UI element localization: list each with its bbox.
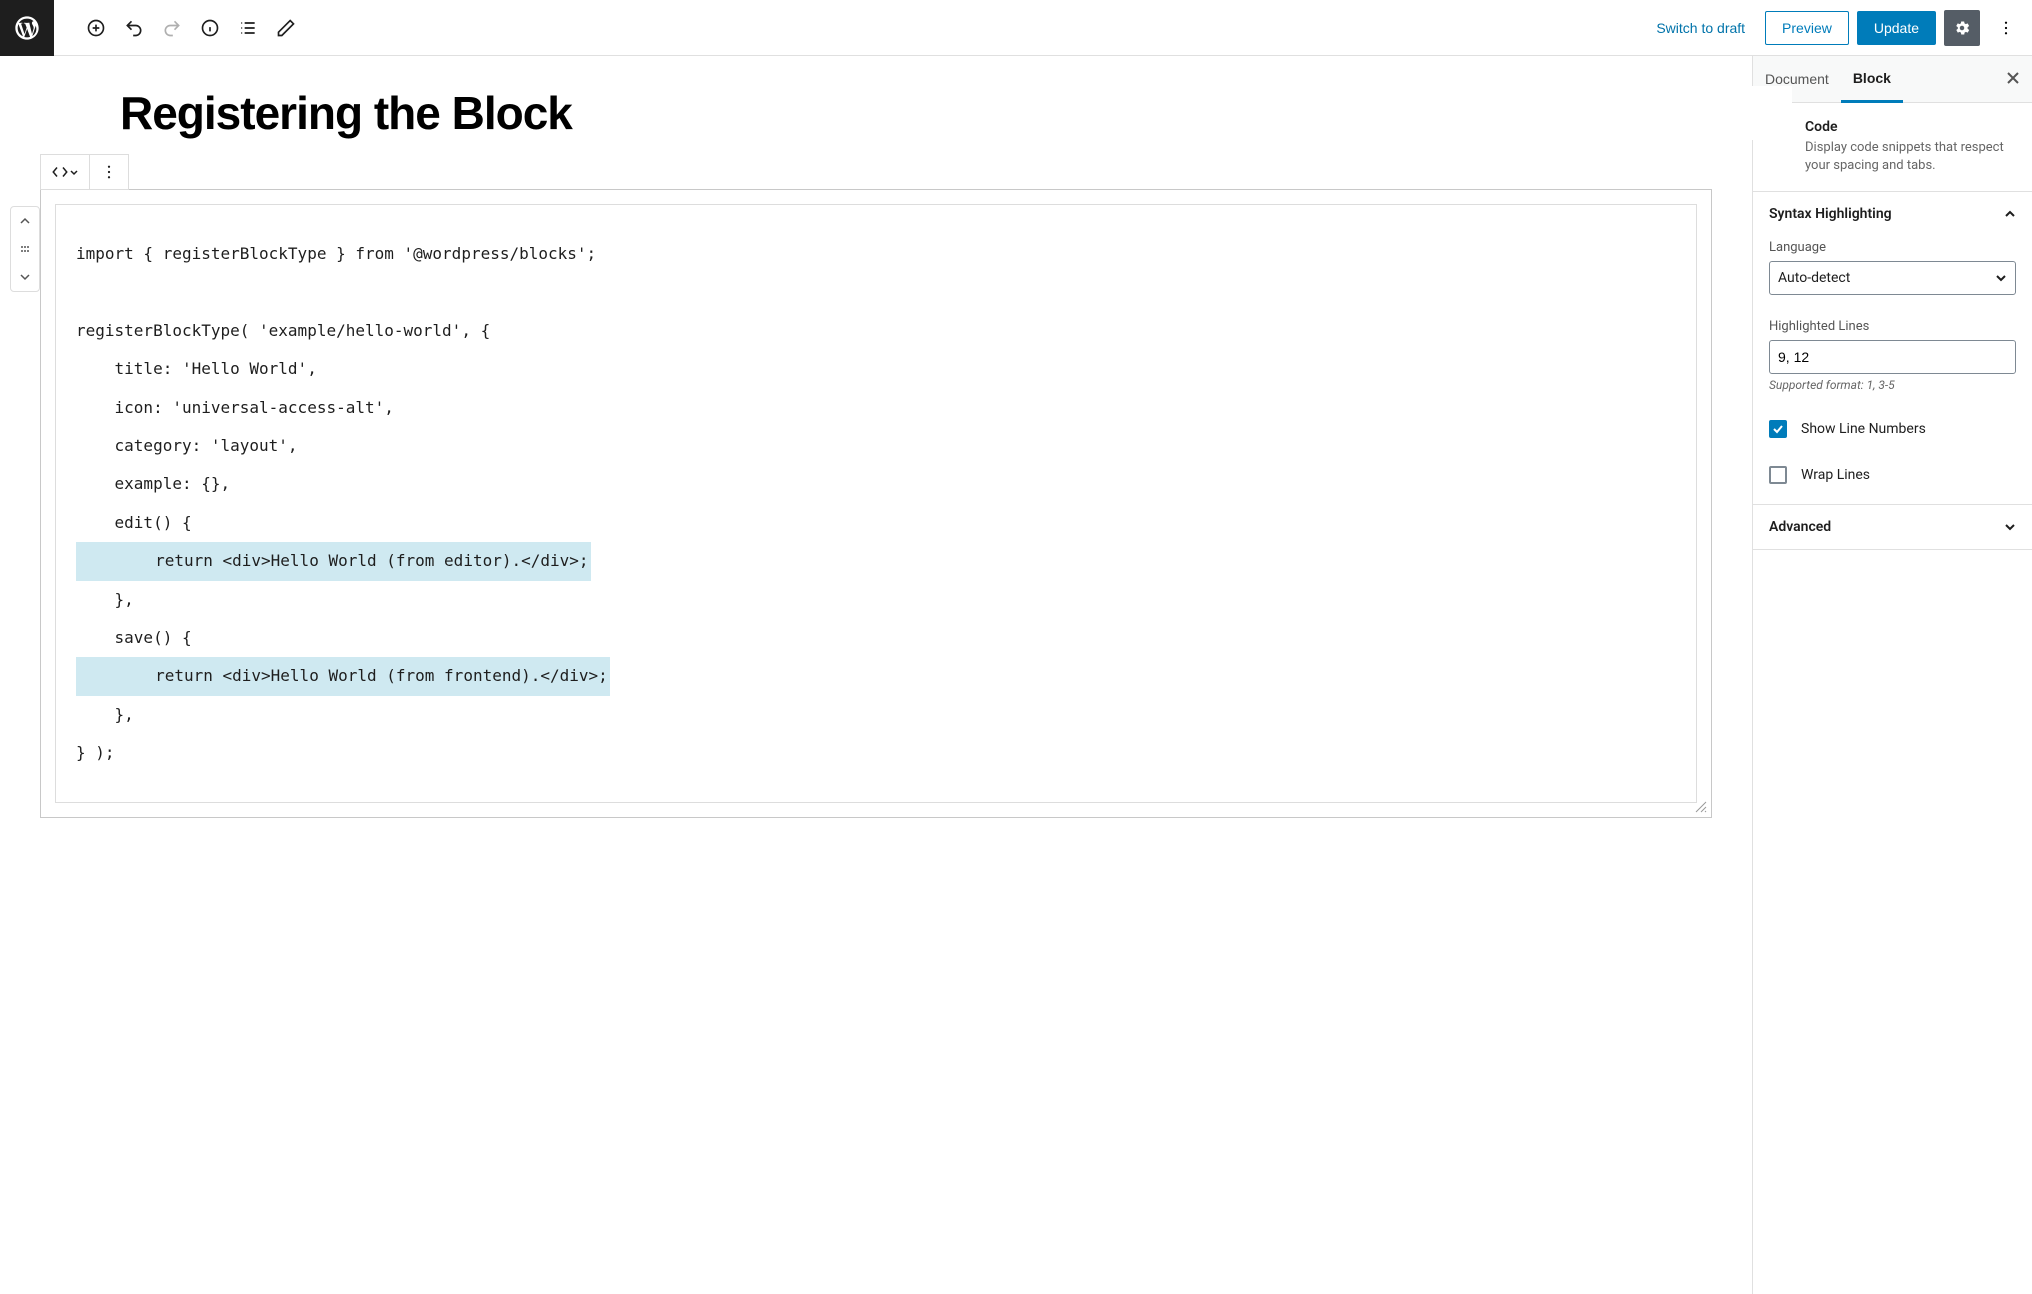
settings-button[interactable] bbox=[1944, 10, 1980, 46]
add-block-button[interactable] bbox=[78, 10, 114, 46]
syntax-highlighting-panel: Syntax Highlighting Language Auto-detect… bbox=[1753, 192, 2032, 505]
highlighted-lines-input[interactable] bbox=[1769, 340, 2016, 374]
info-button[interactable] bbox=[192, 10, 228, 46]
wrap-lines-label: Wrap Lines bbox=[1801, 467, 1870, 483]
block-info-title: Code bbox=[1805, 119, 2016, 135]
language-value: Auto-detect bbox=[1778, 270, 1850, 286]
move-down-button[interactable] bbox=[11, 263, 39, 291]
wrap-lines-checkbox[interactable] bbox=[1769, 466, 1787, 484]
chevron-down-icon bbox=[2004, 521, 2016, 533]
block-toolbar bbox=[40, 154, 129, 190]
resize-handle-icon[interactable] bbox=[1695, 801, 1707, 813]
tab-block[interactable]: Block bbox=[1841, 56, 1903, 103]
syntax-panel-toggle[interactable]: Syntax Highlighting bbox=[1753, 192, 2032, 236]
language-select[interactable]: Auto-detect bbox=[1769, 261, 2016, 295]
block-info: Code Display code snippets that respect … bbox=[1753, 103, 2032, 192]
code-block[interactable]: import { registerBlockType } from '@word… bbox=[40, 189, 1712, 818]
switch-draft-button[interactable]: Switch to draft bbox=[1644, 12, 1757, 44]
block-info-description: Display code snippets that respect your … bbox=[1805, 139, 2016, 175]
preview-button[interactable]: Preview bbox=[1765, 11, 1849, 45]
chevron-down-icon bbox=[1995, 272, 2007, 284]
advanced-panel: Advanced bbox=[1753, 505, 2032, 550]
block-type-button[interactable] bbox=[49, 161, 81, 183]
close-sidebar-button[interactable] bbox=[1994, 59, 2032, 100]
chevron-up-icon bbox=[2004, 208, 2016, 220]
redo-button[interactable] bbox=[154, 10, 190, 46]
move-up-button[interactable] bbox=[11, 207, 39, 235]
block-more-button[interactable] bbox=[98, 161, 120, 183]
show-line-numbers-checkbox[interactable] bbox=[1769, 420, 1787, 438]
update-button[interactable]: Update bbox=[1857, 11, 1936, 45]
block-mover bbox=[10, 206, 40, 292]
advanced-panel-title: Advanced bbox=[1769, 519, 1831, 535]
outline-button[interactable] bbox=[230, 10, 266, 46]
syntax-panel-title: Syntax Highlighting bbox=[1769, 206, 1892, 222]
settings-sidebar: Document Block Code Display code snippet… bbox=[1752, 56, 2032, 1294]
top-toolbar: Switch to draft Preview Update bbox=[0, 0, 2032, 56]
wp-logo[interactable] bbox=[0, 0, 54, 56]
drag-handle[interactable] bbox=[11, 235, 39, 263]
editor-canvas: import { registerBlockType } from '@word… bbox=[0, 56, 1752, 1294]
show-line-numbers-label: Show Line Numbers bbox=[1801, 421, 1926, 437]
more-menu-button[interactable] bbox=[1988, 10, 2024, 46]
advanced-panel-toggle[interactable]: Advanced bbox=[1753, 505, 2032, 549]
undo-button[interactable] bbox=[116, 10, 152, 46]
highlighted-lines-label: Highlighted Lines bbox=[1769, 319, 2016, 334]
post-title-input[interactable] bbox=[120, 86, 1792, 140]
edit-button[interactable] bbox=[268, 10, 304, 46]
language-label: Language bbox=[1769, 240, 2016, 255]
highlighted-lines-hint: Supported format: 1, 3-5 bbox=[1769, 378, 2016, 392]
